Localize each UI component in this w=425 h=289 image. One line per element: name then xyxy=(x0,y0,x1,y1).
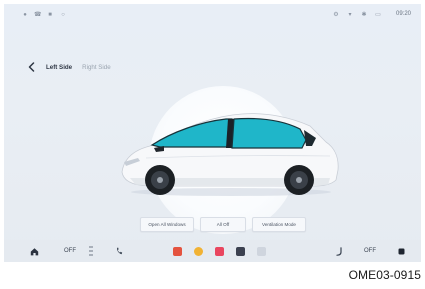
car-illustration xyxy=(121,113,339,196)
driver-temp[interactable]: OFF xyxy=(60,245,80,257)
seat-icon xyxy=(335,246,342,256)
bottom-dock: OFF OFF xyxy=(4,240,421,262)
figure-caption: OME03-0915 xyxy=(348,268,421,282)
driver-seat-heat-button[interactable] xyxy=(86,245,96,257)
home-button[interactable] xyxy=(28,245,40,257)
back-button[interactable] xyxy=(26,61,36,73)
car-screen: ● ☎ ■ ○ ⚙ ▾ ✱ ▭ 09:20 Left Side Right Si… xyxy=(4,4,421,262)
phone-icon: ☎ xyxy=(34,12,42,18)
passenger-seat-button[interactable] xyxy=(334,245,344,257)
app-switcher-button[interactable] xyxy=(396,245,406,257)
settings-app-icon[interactable] xyxy=(235,245,245,257)
navigation-app-icon[interactable] xyxy=(193,245,203,257)
bluetooth-icon: ✱ xyxy=(361,12,367,18)
tab-right-side[interactable]: Right Side xyxy=(82,64,111,71)
status-time: 09:20 xyxy=(395,11,411,17)
chat-icon: ○ xyxy=(61,12,65,18)
files-app-icon[interactable] xyxy=(256,245,266,257)
card-icon: ■ xyxy=(48,12,52,18)
open-all-windows-button[interactable]: Open All Windows xyxy=(140,217,194,232)
phone-icon xyxy=(116,247,122,255)
chevron-left-icon xyxy=(28,62,34,72)
gallery-app-icon[interactable] xyxy=(172,245,182,257)
side-tabs: Left Side Right Side xyxy=(26,60,111,74)
wifi-icon: ● xyxy=(23,12,27,18)
phone-button[interactable] xyxy=(114,245,124,257)
home-icon xyxy=(30,247,38,255)
passenger-temp[interactable]: OFF xyxy=(360,245,380,257)
signal-icon: ▾ xyxy=(348,12,352,18)
status-bar: ● ☎ ■ ○ ⚙ ▾ ✱ ▭ 09:20 xyxy=(4,4,421,26)
square-icon xyxy=(398,248,404,254)
passenger-temp-value: OFF xyxy=(364,248,376,254)
media-app-icon[interactable] xyxy=(214,245,224,257)
heat-icon xyxy=(89,246,93,256)
settings-icon: ⚙ xyxy=(333,12,339,18)
all-off-button[interactable]: All Off xyxy=(200,217,246,232)
battery-icon: ▭ xyxy=(375,12,381,18)
front-window[interactable] xyxy=(150,118,233,148)
driver-temp-value: OFF xyxy=(64,248,76,254)
ventilation-mode-button[interactable]: Ventilation Mode xyxy=(252,217,306,232)
tab-left-side[interactable]: Left Side xyxy=(46,64,72,71)
